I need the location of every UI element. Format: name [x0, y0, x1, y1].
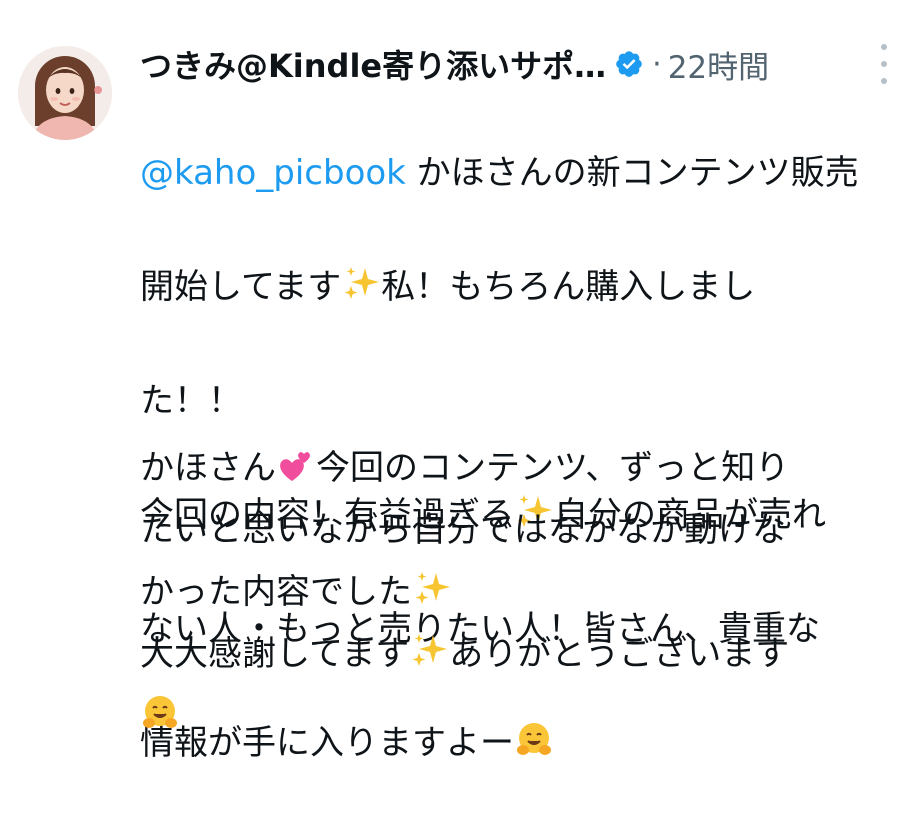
- timestamp[interactable]: 22時間: [668, 42, 769, 87]
- sparkles-icon: [344, 267, 380, 299]
- text-line: かった内容でした: [140, 572, 412, 612]
- tweet[interactable]: つきみ@Kindle寄り添いサポ… · 22時間 @kaho_picbook か…: [0, 0, 917, 763]
- display-name[interactable]: つきみ@Kindle寄り添いサポ…: [140, 41, 606, 87]
- mention-link[interactable]: @kaho_picbook: [140, 153, 406, 193]
- more-vertical-icon[interactable]: [872, 44, 896, 84]
- text-line: 私！もちろん購入しまし: [381, 267, 756, 307]
- avatar[interactable]: [18, 46, 112, 140]
- two-hearts-icon: [280, 452, 310, 481]
- text-line: かほさん: [140, 448, 276, 488]
- tweet-header: つきみ@Kindle寄り添いサポ… · 22時間: [140, 36, 769, 92]
- verified-badge-icon[interactable]: [614, 49, 644, 79]
- text-line: た！！: [140, 381, 242, 421]
- sparkles-icon: [412, 634, 448, 666]
- separator-dot: ·: [652, 46, 662, 82]
- text-line: 大大感謝してます: [140, 634, 410, 674]
- hugging-face-icon: [143, 696, 177, 728]
- sparkles-icon: [415, 572, 450, 604]
- tweet-text-paragraph-2: かほさん 今回のコンテンツ、ずっと知り たいと思いながら自分ではなかなか動けな か…: [140, 437, 900, 747]
- text-line: ありがとうございます: [449, 634, 790, 674]
- text-line: 開始してます: [140, 267, 342, 307]
- text-line: 今回のコンテンツ、ずっと知り: [316, 448, 790, 488]
- text-line: たいと思いながら自分ではなかなか動けな: [140, 510, 786, 550]
- text-line: かほさんの新コンテンツ販売: [405, 153, 859, 193]
